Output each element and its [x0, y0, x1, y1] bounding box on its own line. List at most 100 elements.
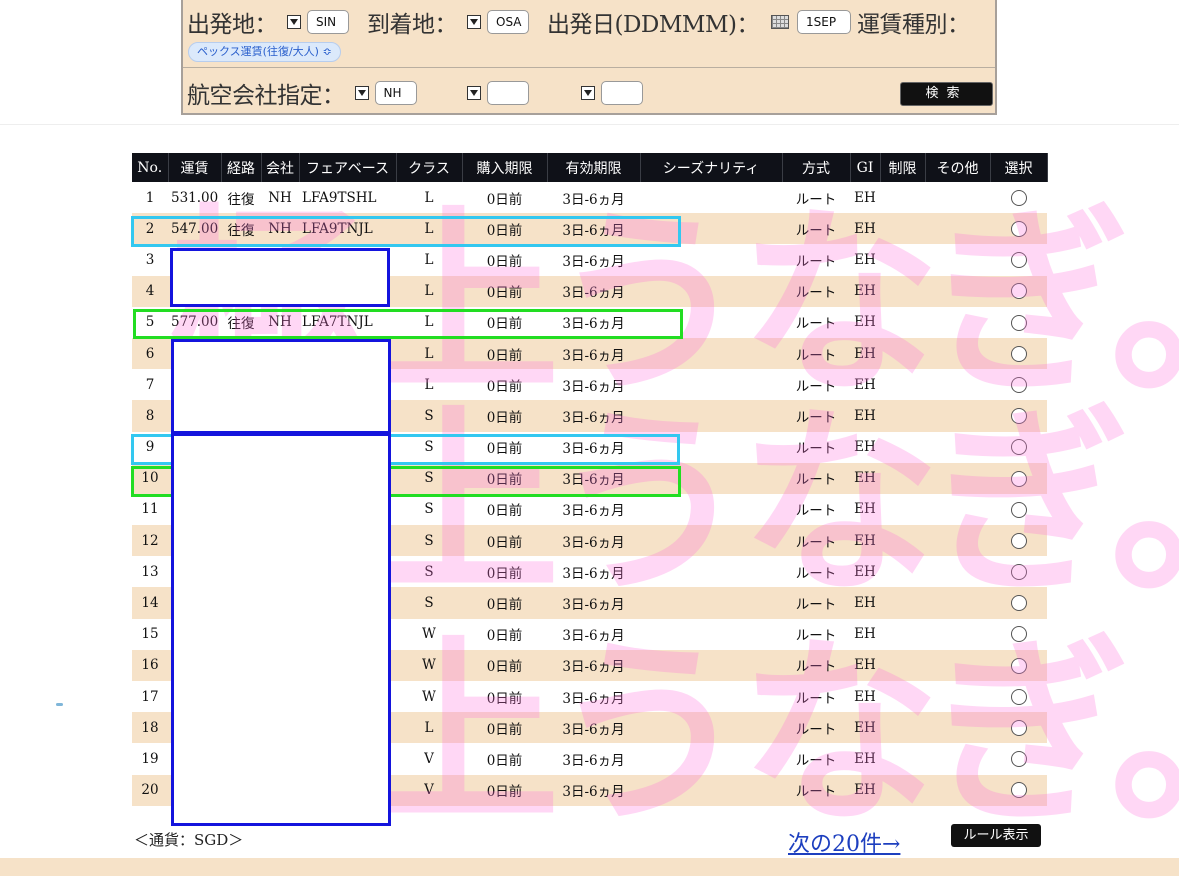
select-radio[interactable]	[1010, 626, 1027, 643]
select-radio[interactable]	[1010, 688, 1027, 705]
select-radio[interactable]	[1010, 595, 1027, 612]
cell-fare	[168, 369, 221, 401]
table-row[interactable]: 13 S 0日前 3日-6ヵ月 ルート EH	[132, 556, 1047, 588]
select-radio[interactable]	[1010, 532, 1027, 549]
select-radio[interactable]	[1010, 657, 1027, 674]
cell-purchase-deadline: 0日前	[462, 743, 547, 775]
cell-farebase	[299, 462, 396, 494]
table-row[interactable]: 4 L 0日前 3日-6ヵ月 ルート EH	[132, 275, 1047, 307]
select-radio[interactable]	[1010, 501, 1027, 518]
cell-gi: EH	[850, 681, 880, 713]
cell-fare	[168, 431, 221, 463]
select-radio[interactable]	[1010, 751, 1027, 768]
select-radio[interactable]	[1010, 283, 1027, 300]
cell-restriction	[880, 182, 925, 214]
arrival-dropdown-icon[interactable]	[467, 15, 481, 29]
cell-gi: EH	[850, 244, 880, 276]
select-radio[interactable]	[1010, 221, 1027, 238]
table-row[interactable]: 3 L 0日前 3日-6ヵ月 ルート EH	[132, 244, 1047, 276]
calendar-icon[interactable]	[770, 15, 789, 29]
select-radio[interactable]	[1010, 252, 1027, 269]
table-row[interactable]: 6 L 0日前 3日-6ヵ月 ルート EH	[132, 337, 1047, 370]
cell-route	[221, 400, 261, 432]
cell-method: ルート	[782, 400, 850, 432]
airline-dropdown-icon-1[interactable]	[354, 86, 369, 100]
table-row[interactable]: 20 V 0日前 3日-6ヵ月 ルート EH	[132, 774, 1047, 806]
table-row[interactable]: 5 577.00 往復 NH LFA7TNJL L 0日前 3日-6ヵ月 ルート EH	[132, 306, 1047, 338]
select-radio[interactable]	[1010, 376, 1027, 393]
select-radio[interactable]	[1010, 345, 1027, 362]
table-row[interactable]: 19 V 0日前 3日-6ヵ月 ルート EH	[132, 743, 1047, 775]
date-input[interactable]: 1SEP	[796, 10, 851, 34]
select-radio[interactable]	[1010, 408, 1027, 425]
cell-select	[990, 431, 1047, 463]
cell-other	[925, 431, 990, 463]
select-radio[interactable]	[1010, 470, 1027, 487]
rule-display-button[interactable]: ルール表示	[951, 824, 1041, 847]
table-row[interactable]: 11 S 0日前 3日-6ヵ月 ルート EH	[132, 493, 1047, 526]
cell-farebase	[299, 525, 396, 557]
airline-input-3[interactable]	[600, 81, 643, 105]
table-row[interactable]: 10 S 0日前 3日-6ヵ月 ルート EH	[132, 462, 1047, 494]
header-class: クラス	[396, 153, 463, 182]
cell-farebase	[299, 275, 396, 307]
cell-purchase-deadline: 0日前	[462, 618, 547, 650]
cell-other	[925, 275, 990, 307]
search-row-1: 出発地： SIN 到着地： OSA 出発日(DDMMM)： 1SEP 運賃種別：	[187, 4, 970, 40]
cell-purchase-deadline: 0日前	[462, 275, 547, 307]
cell-class: S	[396, 525, 462, 557]
cell-method: ルート	[782, 587, 850, 619]
airline-input-1[interactable]: NH	[374, 81, 417, 105]
cell-select	[990, 306, 1047, 338]
cell-validity: 3日-6ヵ月	[547, 213, 640, 245]
cell-route	[221, 712, 261, 744]
cell-select	[990, 369, 1047, 401]
cell-restriction	[880, 681, 925, 713]
header-airline: 会社	[261, 153, 300, 182]
select-radio[interactable]	[1010, 782, 1027, 799]
cell-airline	[261, 774, 299, 806]
select-radio[interactable]	[1010, 314, 1027, 331]
cell-route	[221, 743, 261, 775]
cell-fare	[168, 649, 221, 681]
table-row[interactable]: 18 L 0日前 3日-6ヵ月 ルート EH	[132, 712, 1047, 744]
next-page-link[interactable]: 次の20件→	[788, 826, 900, 858]
cell-airline	[261, 618, 299, 650]
search-button[interactable]: 検索	[900, 82, 993, 106]
select-radio[interactable]	[1010, 564, 1027, 581]
cell-farebase	[299, 743, 396, 775]
cell-class: L	[396, 275, 462, 307]
arrival-input[interactable]: OSA	[487, 10, 529, 34]
cell-method: ルート	[782, 369, 850, 401]
departure-dropdown-icon[interactable]	[287, 15, 301, 29]
table-row[interactable]: 14 S 0日前 3日-6ヵ月 ルート EH	[132, 587, 1047, 619]
cell-purchase-deadline: 0日前	[462, 462, 547, 494]
table-row[interactable]: 12 S 0日前 3日-6ヵ月 ルート EH	[132, 525, 1047, 557]
select-radio[interactable]	[1010, 439, 1027, 456]
cell-restriction	[880, 649, 925, 681]
select-radio[interactable]	[1010, 720, 1027, 737]
header-seasonality: シーズナリティ	[640, 153, 783, 182]
panel-divider	[183, 67, 995, 68]
cell-route	[221, 587, 261, 619]
table-row[interactable]: 16 W 0日前 3日-6ヵ月 ルート EH	[132, 649, 1047, 681]
cell-class: V	[396, 774, 462, 806]
departure-input[interactable]: SIN	[307, 10, 349, 34]
cell-purchase-deadline: 0日前	[462, 213, 547, 245]
table-row[interactable]: 17 W 0日前 3日-6ヵ月 ルート EH	[132, 681, 1047, 713]
table-row[interactable]: 2 547.00 往復 NH LFA9TNJL L 0日前 3日-6ヵ月 ルート EH	[132, 213, 1047, 245]
cell-route	[221, 493, 261, 526]
cell-fare	[168, 587, 221, 619]
table-row[interactable]: 15 W 0日前 3日-6ヵ月 ルート EH	[132, 618, 1047, 650]
table-row[interactable]: 1 531.00 往復 NH LFA9TSHL L 0日前 3日-6ヵ月 ルート EH	[132, 182, 1047, 214]
table-row[interactable]: 9 S 0日前 3日-6ヵ月 ルート EH	[132, 431, 1047, 463]
table-row[interactable]: 7 L 0日前 3日-6ヵ月 ルート EH	[132, 369, 1047, 401]
airline-dropdown-icon-2[interactable]	[466, 86, 481, 100]
select-radio[interactable]	[1010, 189, 1027, 206]
airline-dropdown-icon-3[interactable]	[580, 86, 595, 100]
airline-input-2[interactable]	[486, 81, 529, 105]
table-row[interactable]: 8 S 0日前 3日-6ヵ月 ルート EH	[132, 400, 1047, 432]
cell-other	[925, 306, 990, 338]
fare-type-select[interactable]: ペックス運賃(往復/大人) ≎	[188, 42, 341, 62]
cell-purchase-deadline: 0日前	[462, 681, 547, 713]
